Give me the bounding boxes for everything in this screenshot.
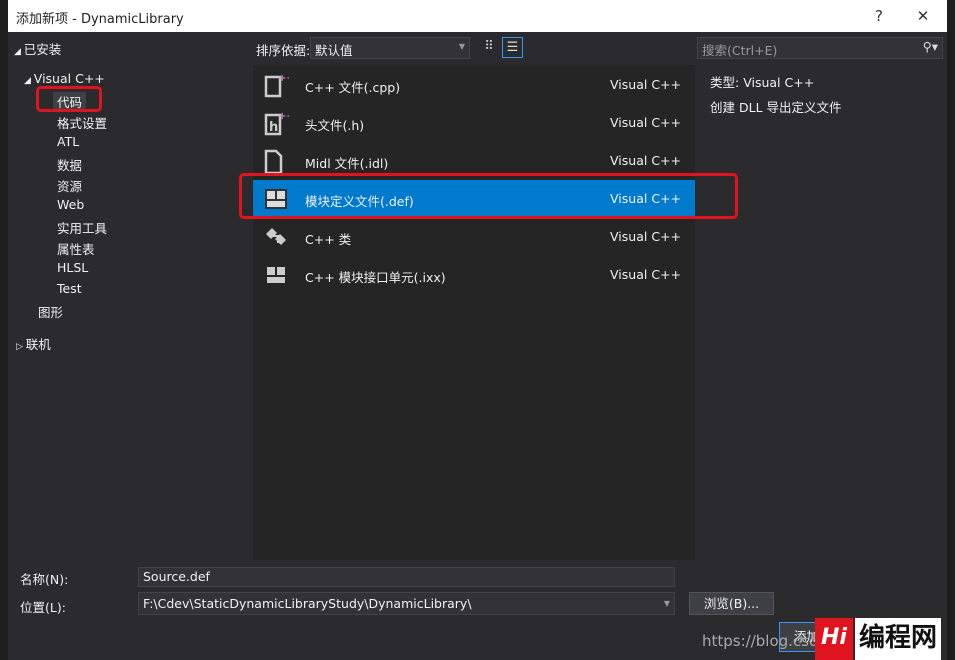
tree-item[interactable]: 属性表 xyxy=(57,239,95,258)
location-value: F:\Cdev\StaticDynamicLibraryStudy\Dynami… xyxy=(143,596,472,611)
name-input[interactable]: Source.def xyxy=(138,567,675,587)
tree-label: 联机 xyxy=(25,337,51,352)
sort-dropdown[interactable]: 默认值 ▼ xyxy=(310,37,470,59)
tree-item[interactable]: HLSL xyxy=(57,260,88,275)
tree-graphics[interactable]: 图形 xyxy=(38,302,63,321)
expanded-arrow-icon: ◢ xyxy=(14,47,24,57)
cpp-class-icon xyxy=(263,224,289,250)
watermark-url: https://blog.csdn xyxy=(702,632,829,650)
chevron-down-icon: ▼ xyxy=(458,42,465,51)
module-interface-icon xyxy=(263,262,289,288)
name-label: 名称(N): xyxy=(20,572,69,587)
search-icon[interactable]: ⚲▾ xyxy=(923,39,938,54)
grid-view-icon[interactable]: ⠿ xyxy=(480,39,498,57)
template-name: C++ 文件(.cpp) xyxy=(305,80,401,95)
location-label: 位置(L): xyxy=(20,600,66,615)
annotation-box xyxy=(239,173,738,219)
tree-item[interactable]: Web xyxy=(57,197,84,212)
template-name: C++ 类 xyxy=(305,232,352,247)
list-view-icon[interactable]: ☰ xyxy=(502,37,523,58)
expanded-arrow-icon: ◢ xyxy=(24,76,34,86)
template-row[interactable]: C++ 类 Visual C++ xyxy=(253,218,695,256)
tree-online[interactable]: ▷ 联机 xyxy=(16,334,51,353)
sort-label: 排序依据: xyxy=(256,43,311,58)
svg-text:h: h xyxy=(269,120,278,135)
template-language: Visual C++ xyxy=(610,153,681,168)
chevron-down-icon: ▼ xyxy=(663,599,670,608)
details-description: 创建 DLL 导出定义文件 xyxy=(710,100,842,115)
search-placeholder: 搜索(Ctrl+E) xyxy=(702,43,778,58)
svg-text:++: ++ xyxy=(278,73,289,84)
tree-item[interactable]: Test xyxy=(57,281,82,296)
template-language: Visual C++ xyxy=(610,115,681,130)
tree-item[interactable]: 实用工具 xyxy=(57,218,107,237)
close-button[interactable]: ✕ xyxy=(906,4,940,28)
help-button[interactable]: ? xyxy=(862,4,896,28)
cpp-file-icon: ++ xyxy=(263,72,295,98)
search-input[interactable]: 搜索(Ctrl+E) ⚲▾ xyxy=(697,37,943,59)
header-file-icon: h++ xyxy=(263,110,295,136)
tree-installed[interactable]: ◢ 已安装 xyxy=(14,39,61,58)
type-label: 类型: xyxy=(710,75,740,90)
collapsed-arrow-icon: ▷ xyxy=(16,342,26,352)
template-language: Visual C++ xyxy=(610,267,681,282)
template-language: Visual C++ xyxy=(610,77,681,92)
svg-text:++: ++ xyxy=(278,111,289,122)
tree-item[interactable]: 资源 xyxy=(57,176,82,195)
midl-file-icon xyxy=(263,148,289,175)
template-name: Midl 文件(.idl) xyxy=(305,156,389,171)
template-row[interactable]: ++ C++ 文件(.cpp) Visual C++ xyxy=(253,66,695,104)
tree-item[interactable]: 格式设置 xyxy=(57,113,107,132)
tree-item[interactable]: ATL xyxy=(57,134,79,149)
template-row[interactable]: C++ 模块接口单元(.ixx) Visual C++ xyxy=(253,256,695,294)
tree-item[interactable]: 数据 xyxy=(57,155,82,174)
sort-value: 默认值 xyxy=(315,43,353,58)
window-title: 添加新项 - DynamicLibrary xyxy=(16,12,184,27)
template-list: ++C++ 文件(.cpp)Visual C++h++头文件(.h)Visual… xyxy=(253,65,695,560)
annotation-box xyxy=(36,86,102,112)
tree-visual-cpp[interactable]: ◢ Visual C++ xyxy=(24,71,105,86)
location-dropdown[interactable]: F:\Cdev\StaticDynamicLibraryStudy\Dynami… xyxy=(138,592,675,615)
template-row[interactable]: h++ 头文件(.h) Visual C++ xyxy=(253,104,695,142)
title-bar: 添加新项 - DynamicLibrary ? ✕ xyxy=(8,0,947,32)
tree-label: Visual C++ xyxy=(33,71,105,86)
template-language: Visual C++ xyxy=(610,229,681,244)
tree-label: 已安装 xyxy=(23,42,62,57)
watermark-logo: Hi 编程网 xyxy=(815,618,955,660)
template-name: 头文件(.h) xyxy=(305,118,365,133)
type-value: Visual C++ xyxy=(743,75,815,90)
template-name: C++ 模块接口单元(.ixx) xyxy=(305,270,446,285)
details-type: 类型: Visual C++ xyxy=(710,72,814,91)
browse-button[interactable]: 浏览(B)... xyxy=(689,592,774,615)
